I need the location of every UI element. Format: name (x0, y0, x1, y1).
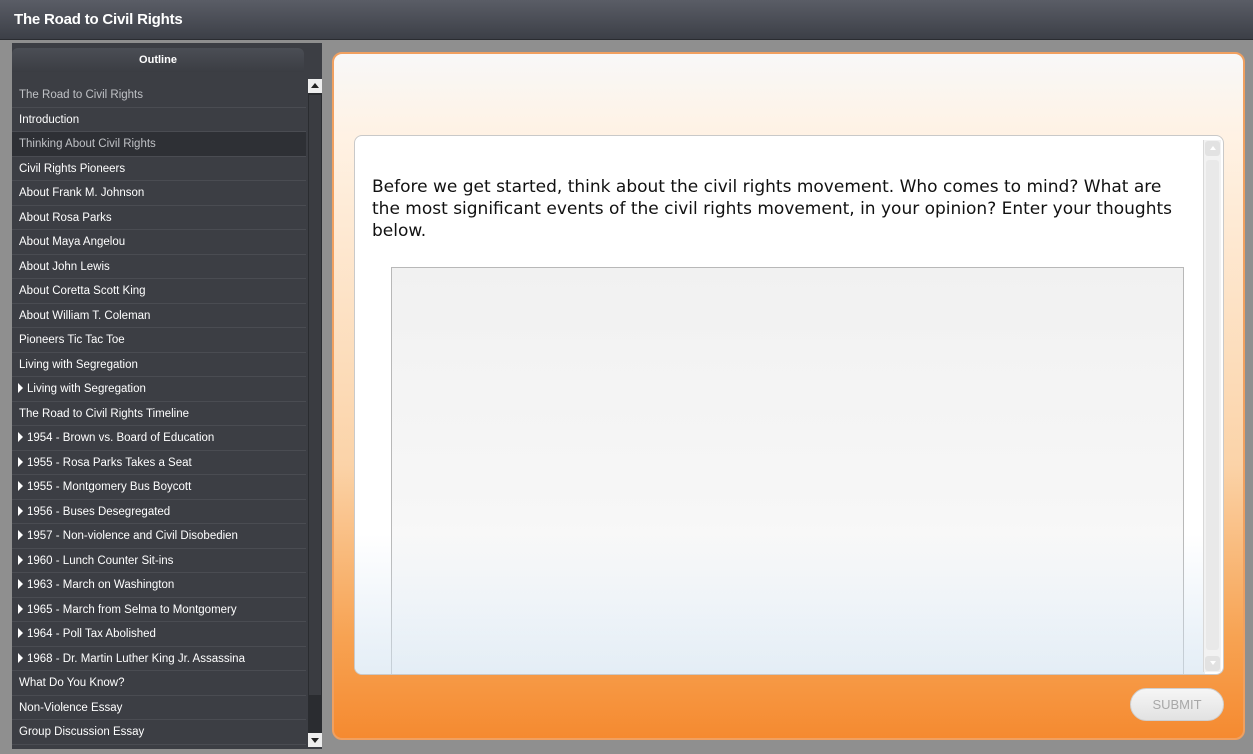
outline-item[interactable]: 1955 - Rosa Parks Takes a Seat (12, 450, 306, 475)
expand-arrow-icon[interactable] (18, 579, 23, 589)
panel-scrollbar[interactable] (1203, 140, 1221, 672)
outline-sidebar: Outline The Road to Civil Rights Introduc… (12, 43, 322, 749)
outline-item-label: Group Discussion Essay (19, 726, 145, 738)
outline-item-label: About Coretta Scott King (19, 285, 146, 297)
answer-textarea[interactable] (391, 267, 1184, 674)
outline-item-label: 1954 - Brown vs. Board of Education (27, 432, 215, 444)
outline-item-label: 1960 - Lunch Counter Sit-ins (27, 554, 174, 567)
outline-item[interactable]: About Frank M. Johnson (12, 181, 306, 206)
outline-item[interactable]: 1964 - Poll Tax Abolished (12, 622, 306, 647)
outline-item-label: 1965 - March from Selma to Montgomery (27, 603, 237, 616)
outline-item-label: The Road to Civil Rights Timeline (19, 407, 190, 420)
outline-item[interactable]: About William T. Coleman (12, 303, 306, 328)
submit-button[interactable]: SUBMIT (1130, 688, 1224, 721)
outline-item[interactable]: Group Discussion Essay (12, 720, 306, 745)
outline-item-label: About John Lewis (19, 260, 110, 273)
outline-list: The Road to Civil Rights Introduction Thin… (12, 83, 306, 745)
outline-item[interactable]: Living with Segregation (12, 377, 306, 402)
outline-item-label: What Do You Know? (19, 677, 125, 689)
expand-arrow-icon[interactable] (18, 603, 23, 614)
outline-item-label: Civil Rights Pioneers (19, 162, 126, 175)
outline-item-label: 1957 - Non-violence and Civil Disobedien (27, 530, 238, 542)
outline-item-label: 1955 - Rosa Parks Takes a Seat (27, 456, 192, 469)
outline-item[interactable]: About Coretta Scott King (12, 279, 306, 304)
scroll-down-button[interactable] (308, 733, 322, 747)
expand-arrow-icon[interactable] (18, 505, 23, 516)
expand-arrow-icon[interactable] (18, 628, 23, 638)
outline-item-label: 1963 - March on Washington (27, 579, 175, 591)
outline-item-label: 1968 - Dr. Martin Luther King Jr. Assass… (27, 652, 245, 665)
arrow-down-icon (1210, 661, 1216, 665)
arrow-up-icon (1210, 146, 1216, 150)
outline-item[interactable]: Living with Segregation (12, 352, 306, 377)
outline-item-label: Living with Segregation (27, 383, 146, 395)
outline-item[interactable]: Thinking About Civil Rights (12, 132, 306, 157)
expand-arrow-icon[interactable] (18, 481, 23, 491)
expand-arrow-icon[interactable] (18, 652, 23, 663)
scroll-thumb[interactable] (309, 95, 321, 695)
scroll-up-button[interactable] (308, 79, 322, 93)
outline-item[interactable]: The Road to Civil Rights (12, 83, 306, 108)
outline-item-label: About Frank M. Johnson (19, 187, 145, 199)
expand-arrow-icon[interactable] (18, 456, 23, 467)
outline-item[interactable]: 1956 - Buses Desegregated (12, 499, 306, 524)
outline-item-label: Thinking About Civil Rights (19, 138, 156, 150)
outline-item[interactable]: The Road to Civil Rights Timeline (12, 401, 306, 426)
outline-item-label: 1956 - Buses Desegregated (27, 505, 171, 518)
outline-item[interactable]: 1955 - Montgomery Bus Boycott (12, 475, 306, 500)
title-bar: The Road to Civil Rights (0, 0, 1253, 40)
expand-arrow-icon[interactable] (18, 383, 23, 393)
outline-item[interactable]: About Maya Angelou (12, 230, 306, 255)
panel-scroll-up-button[interactable] (1205, 141, 1220, 156)
outline-item[interactable]: About John Lewis (12, 254, 306, 279)
outline-item[interactable]: Non-Violence Essay (12, 695, 306, 720)
outline-item[interactable]: 1963 - March on Washington (12, 573, 306, 598)
outline-item[interactable]: About Rosa Parks (12, 205, 306, 230)
outline-item-label: 1955 - Montgomery Bus Boycott (27, 481, 192, 493)
sidebar-scrollbar[interactable] (308, 79, 322, 747)
outline-item-label: Introduction (19, 113, 80, 126)
question-panel: Before we get started, think about the c… (354, 135, 1224, 675)
outline-item[interactable]: 1968 - Dr. Martin Luther King Jr. Assass… (12, 646, 306, 671)
outline-item-label: Living with Segregation (19, 358, 138, 371)
arrow-up-icon (311, 83, 319, 88)
outline-item[interactable]: Pioneers Tic Tac Toe (12, 328, 306, 353)
panel-scroll-down-button[interactable] (1205, 656, 1220, 671)
outline-tab[interactable]: Outline (12, 48, 304, 72)
expand-arrow-icon[interactable] (18, 432, 23, 442)
outline-item[interactable]: Introduction (12, 107, 306, 132)
outline-item[interactable]: Civil Rights Pioneers (12, 156, 306, 181)
question-prompt: Before we get started, think about the c… (372, 177, 1172, 241)
outline-item-label: 1964 - Poll Tax Abolished (27, 628, 156, 640)
outline-item[interactable]: What Do You Know? (12, 671, 306, 696)
window-title: The Road to Civil Rights (14, 11, 183, 28)
outline-item[interactable]: 1954 - Brown vs. Board of Education (12, 426, 306, 451)
expand-arrow-icon[interactable] (18, 530, 23, 540)
outline-item-label: Pioneers Tic Tac Toe (19, 334, 125, 346)
outline-item[interactable]: 1957 - Non-violence and Civil Disobedien (12, 524, 306, 549)
outline-item-label: About Maya Angelou (19, 236, 126, 248)
panel-scroll-track[interactable] (1206, 160, 1219, 650)
arrow-down-icon (311, 738, 319, 743)
outline-item[interactable]: 1960 - Lunch Counter Sit-ins (12, 548, 306, 573)
expand-arrow-icon[interactable] (18, 554, 23, 565)
outline-item[interactable]: 1965 - March from Selma to Montgomery (12, 597, 306, 622)
outline-item-label: About Rosa Parks (19, 211, 112, 224)
outline-item-label: About William T. Coleman (19, 309, 151, 322)
outline-item-label: The Road to Civil Rights (19, 89, 143, 101)
outline-item-label: Non-Violence Essay (19, 701, 123, 714)
